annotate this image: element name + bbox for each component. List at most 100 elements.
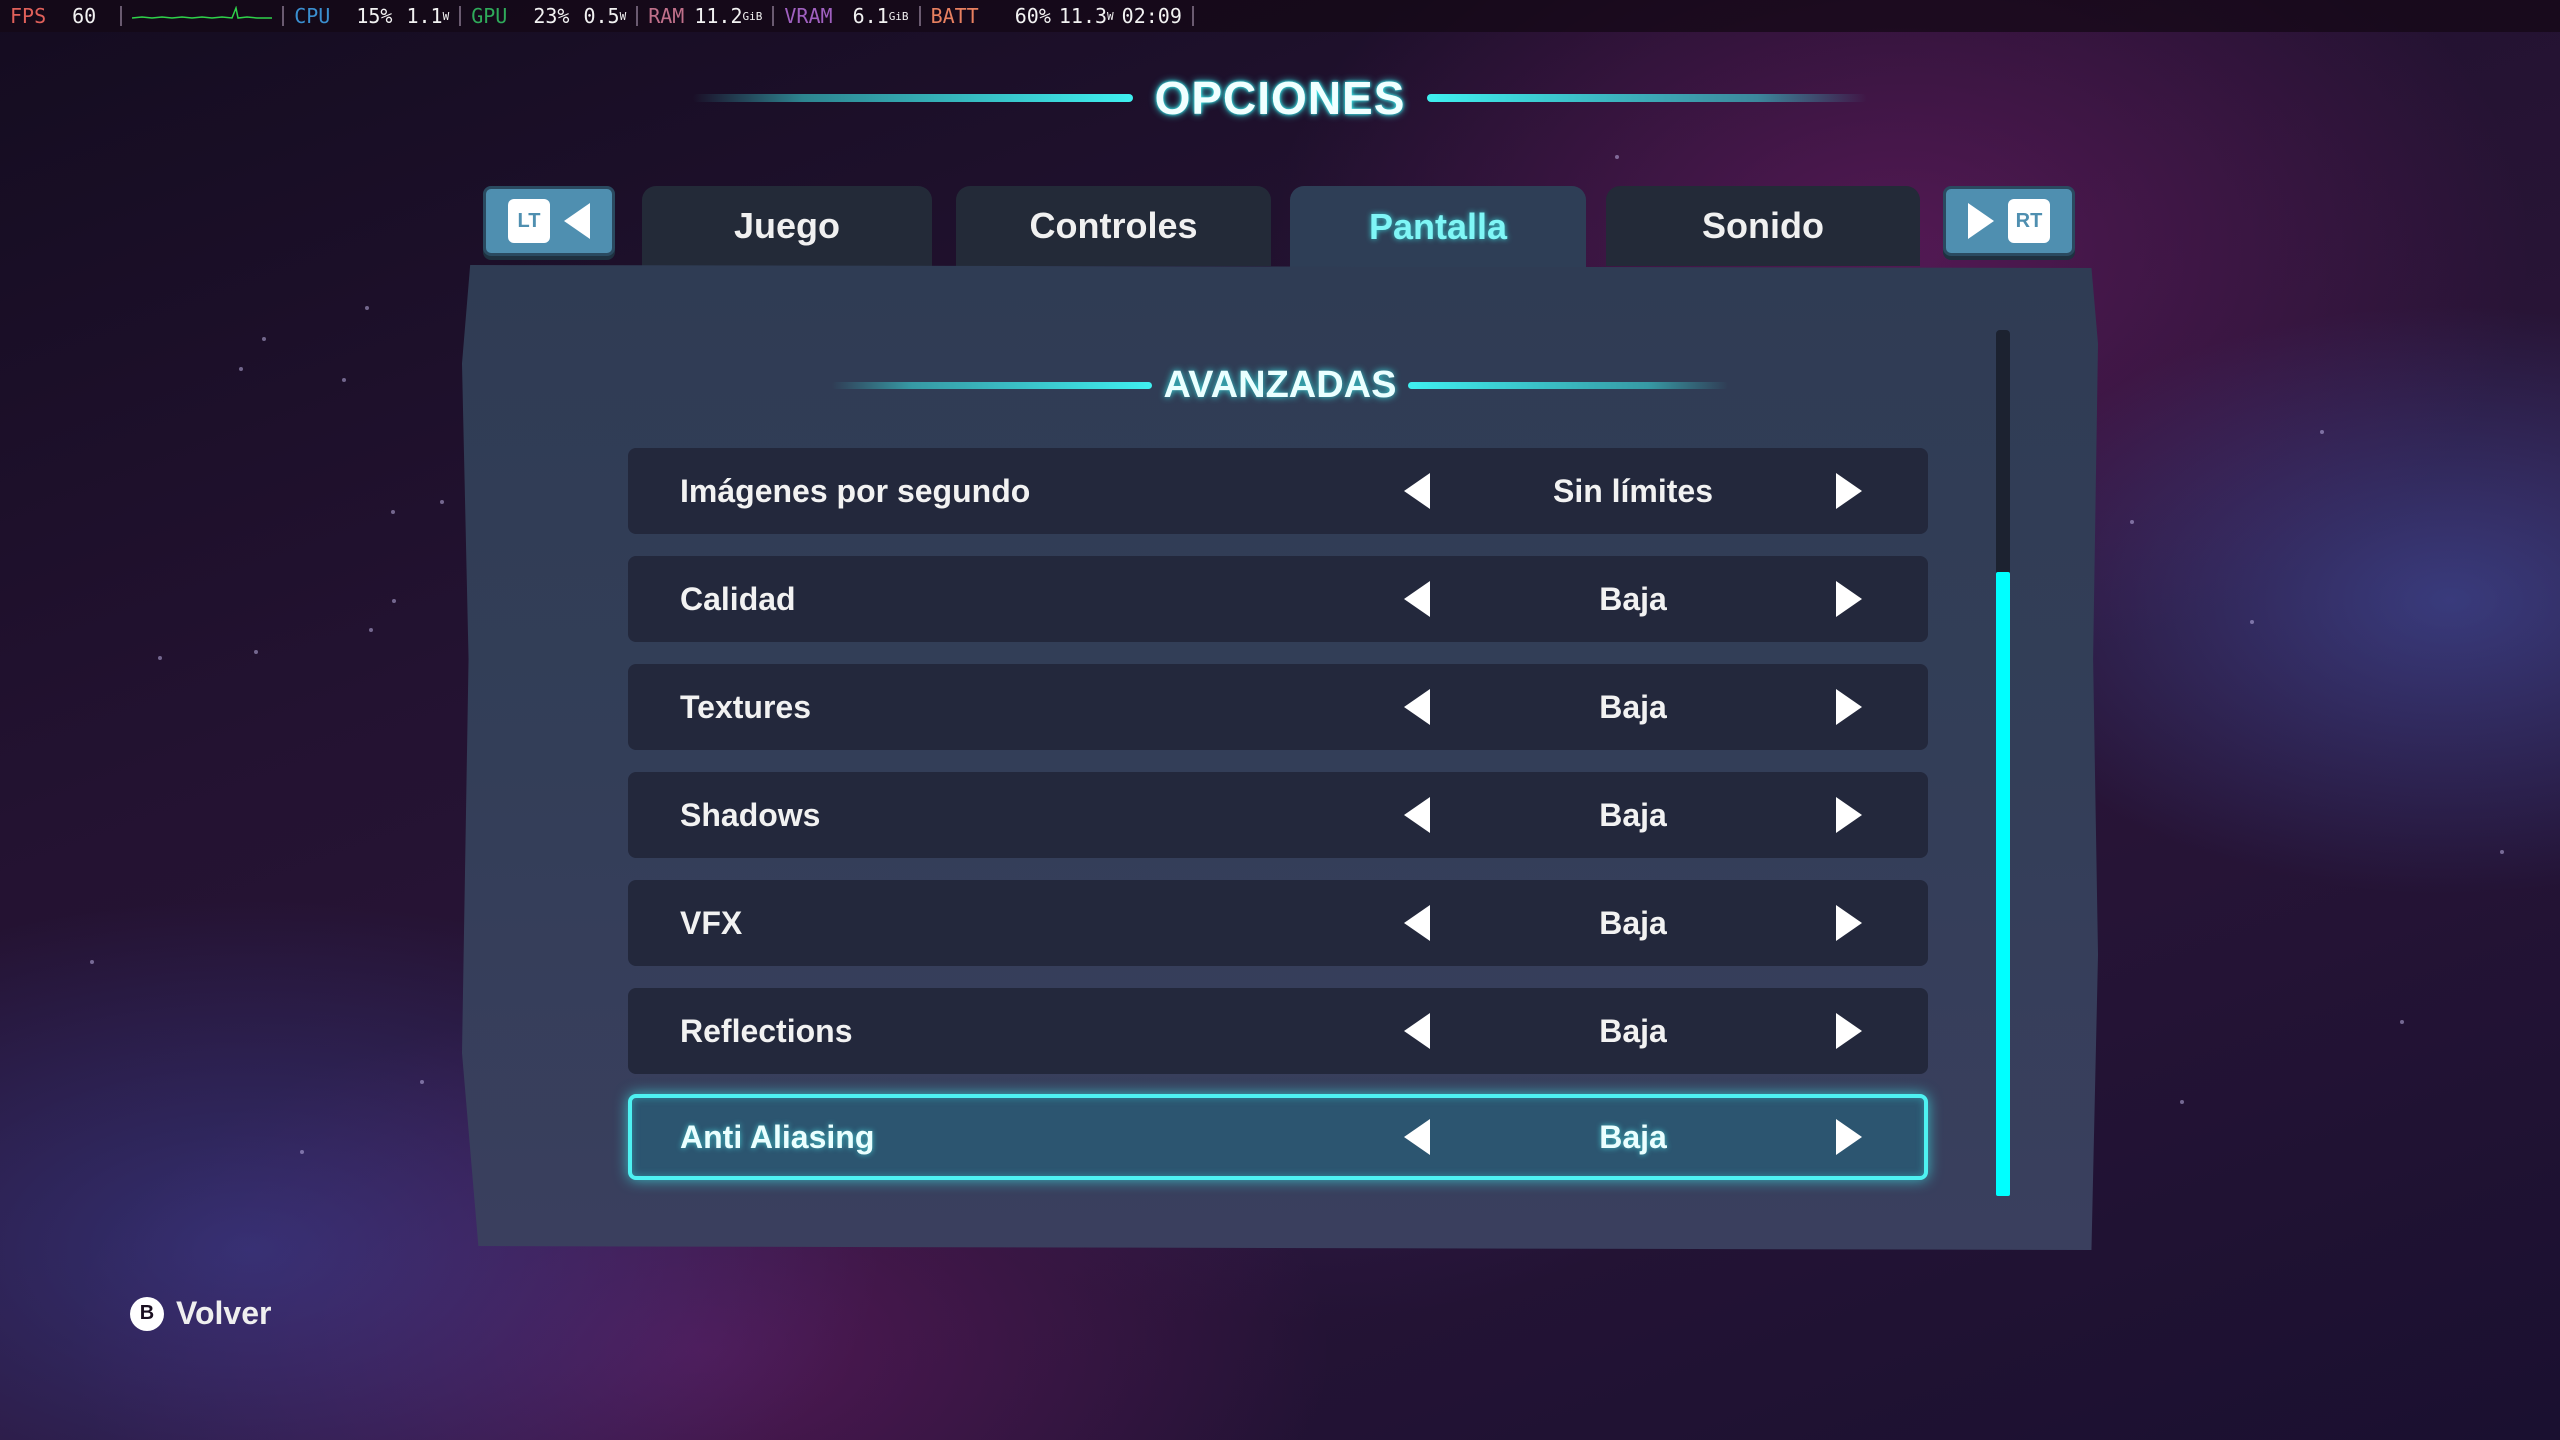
- frametime-graph: [122, 0, 282, 32]
- page-title: OPCIONES: [1154, 72, 1406, 124]
- setting-row-anti-aliasing[interactable]: Anti Aliasing Baja: [628, 1094, 1928, 1180]
- tab-label: Juego: [733, 205, 840, 246]
- battery-power: 11.3: [1058, 4, 1108, 28]
- setting-label: Textures: [680, 688, 812, 725]
- setting-label: Reflections: [680, 1012, 853, 1049]
- decrease-button[interactable]: [1400, 901, 1434, 945]
- gpu-power-unit: W: [619, 9, 627, 23]
- ram-value: 11.2: [694, 4, 743, 28]
- decrease-button[interactable]: [1400, 577, 1434, 621]
- arrow-left-icon: [1404, 581, 1430, 617]
- setting-row-fps[interactable]: Imágenes por segundo Sin límites: [628, 448, 1928, 534]
- setting-value: Baja: [1599, 904, 1667, 941]
- cpu-usage: 15%: [356, 4, 393, 28]
- gpu-usage: 23%: [533, 4, 570, 28]
- setting-row-vfx[interactable]: VFX Baja: [628, 880, 1928, 966]
- setting-label: Anti Aliasing: [680, 1118, 875, 1155]
- gpu-label: GPU: [471, 4, 508, 28]
- increase-button[interactable]: [1832, 685, 1866, 729]
- arrow-right-icon: [1836, 905, 1862, 941]
- vram-label: VRAM: [784, 4, 833, 28]
- tab-sonido[interactable]: Sonido: [1606, 186, 1920, 266]
- arrow-right-icon: [1836, 581, 1862, 617]
- performance-overlay: FPS 60 CPU 15% 1.1 W GPU 23% 0.5 W RAM 11.…: [0, 0, 2560, 32]
- fps-value: 60: [72, 4, 97, 28]
- tab-label: Controles: [1029, 205, 1198, 246]
- prev-tab-button[interactable]: LT: [483, 186, 615, 256]
- title-brush-right: [1427, 94, 1868, 102]
- setting-label: VFX: [680, 904, 743, 941]
- back-button[interactable]: B Volver: [130, 1295, 271, 1332]
- arrow-left-icon: [1404, 689, 1430, 725]
- setting-row-calidad[interactable]: Calidad Baja: [628, 556, 1928, 642]
- battery-label: BATT: [930, 4, 979, 28]
- setting-value: Baja: [1599, 796, 1667, 833]
- increase-button[interactable]: [1832, 469, 1866, 513]
- tab-label: Sonido: [1702, 205, 1824, 246]
- arrow-left-icon: [564, 203, 590, 239]
- arrow-left-icon: [1404, 797, 1430, 833]
- arrow-right-icon: [1836, 797, 1862, 833]
- battery-time: 02:09: [1121, 4, 1182, 28]
- setting-label: Shadows: [680, 796, 821, 833]
- section-header: AVANZADAS: [462, 358, 2098, 412]
- decrease-button[interactable]: [1400, 1115, 1434, 1159]
- increase-button[interactable]: [1832, 793, 1866, 837]
- fps-label: FPS: [10, 4, 47, 28]
- setting-value: Sin límites: [1552, 472, 1714, 509]
- battery-power-unit: W: [1107, 9, 1114, 23]
- battery-percent: 60%: [1014, 4, 1051, 28]
- setting-value: Baja: [1599, 688, 1667, 725]
- b-button-icon: B: [130, 1296, 164, 1331]
- vram-value: 6.1: [852, 4, 889, 28]
- arrow-right-icon: [1836, 473, 1862, 509]
- decrease-button[interactable]: [1400, 793, 1434, 837]
- section-title: AVANZADAS: [1163, 363, 1397, 406]
- title-brush-left: [692, 94, 1133, 102]
- setting-value: Baja: [1599, 580, 1667, 617]
- vram-unit: GiB: [888, 9, 909, 23]
- tab-label: Pantalla: [1368, 206, 1508, 247]
- setting-label: Calidad: [680, 580, 796, 617]
- arrow-right-icon: [1836, 689, 1862, 725]
- tab-pantalla[interactable]: Pantalla: [1290, 186, 1586, 268]
- lt-key-icon: LT: [508, 199, 550, 243]
- setting-value: Baja: [1599, 1012, 1667, 1049]
- setting-row-textures[interactable]: Textures Baja: [628, 664, 1928, 750]
- divider: [1191, 6, 1194, 26]
- section-brush-right: [1408, 381, 1729, 389]
- increase-button[interactable]: [1832, 901, 1866, 945]
- page-header: OPCIONES: [0, 68, 2560, 128]
- arrow-left-icon: [1404, 905, 1430, 941]
- cpu-label: CPU: [294, 4, 331, 28]
- scrollbar-track[interactable]: [1996, 330, 2010, 1196]
- rt-key-icon: RT: [2008, 199, 2050, 243]
- cpu-power: 1.1: [406, 4, 443, 28]
- ram-unit: GiB: [742, 9, 763, 23]
- back-label: Volver: [176, 1295, 272, 1331]
- decrease-button[interactable]: [1400, 685, 1434, 729]
- tab-controles[interactable]: Controles: [956, 186, 1271, 266]
- gpu-power: 0.5: [583, 4, 620, 28]
- increase-button[interactable]: [1832, 1009, 1866, 1053]
- arrow-right-icon: [1968, 203, 1994, 239]
- cpu-power-unit: W: [442, 9, 450, 23]
- frametime-graph-line: [132, 6, 273, 19]
- increase-button[interactable]: [1832, 1115, 1866, 1159]
- next-tab-button[interactable]: RT: [1943, 186, 2075, 256]
- arrow-right-icon: [1836, 1119, 1862, 1155]
- decrease-button[interactable]: [1400, 1009, 1434, 1053]
- setting-row-reflections[interactable]: Reflections Baja: [628, 988, 1928, 1074]
- scrollbar-thumb[interactable]: [1996, 572, 2010, 1196]
- decrease-button[interactable]: [1400, 469, 1434, 513]
- tab-juego[interactable]: Juego: [642, 186, 932, 266]
- increase-button[interactable]: [1832, 577, 1866, 621]
- arrow-left-icon: [1404, 1119, 1430, 1155]
- arrow-left-icon: [1404, 1013, 1430, 1049]
- section-brush-left: [831, 381, 1152, 389]
- arrow-left-icon: [1404, 473, 1430, 509]
- setting-row-shadows[interactable]: Shadows Baja: [628, 772, 1928, 858]
- setting-label: Imágenes por segundo: [680, 472, 1031, 509]
- ram-label: RAM: [648, 4, 685, 28]
- setting-value: Baja: [1599, 1118, 1667, 1155]
